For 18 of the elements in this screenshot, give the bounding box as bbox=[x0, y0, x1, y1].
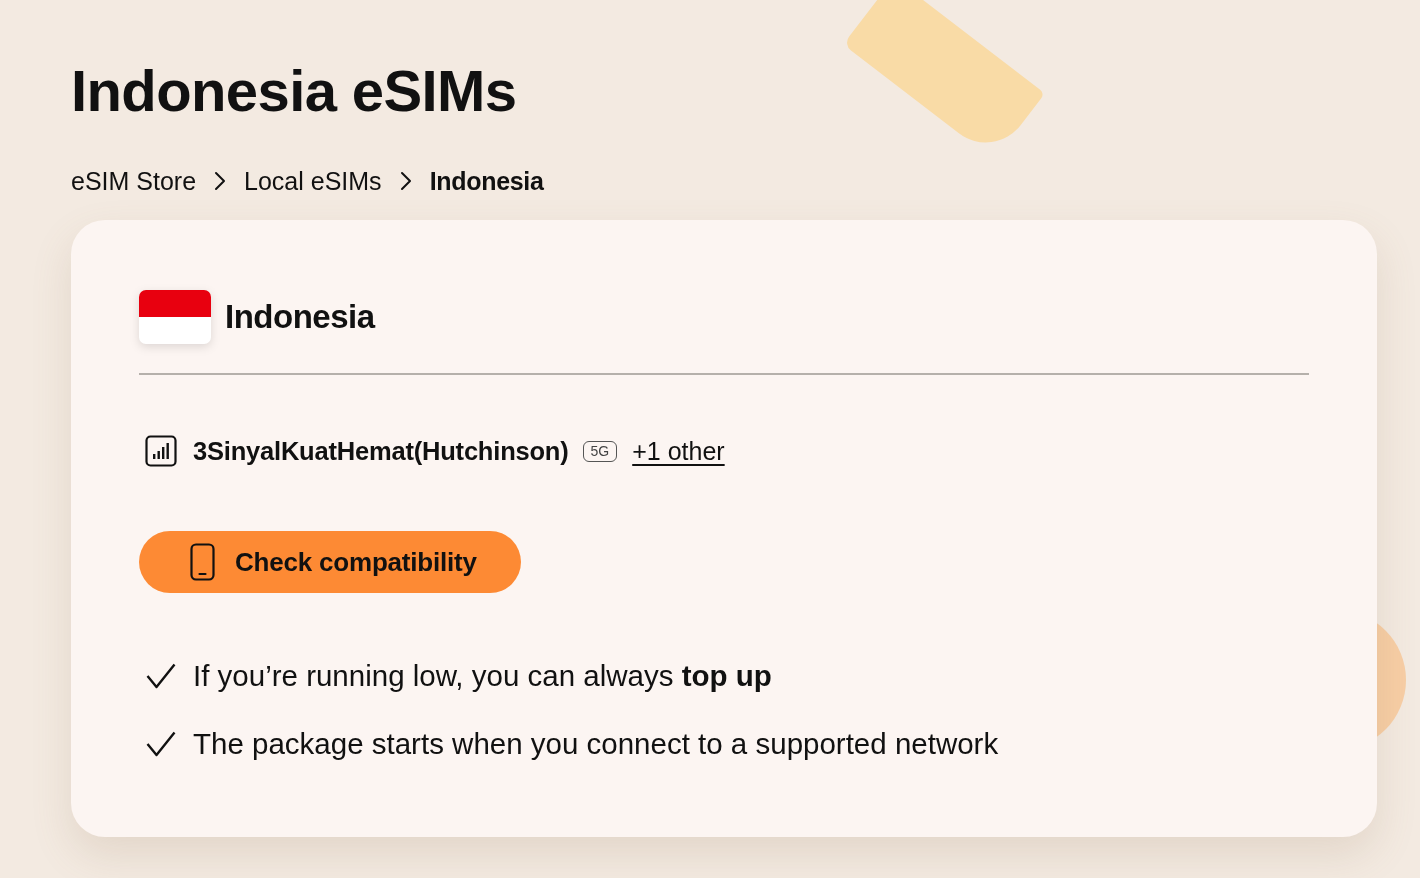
feature-text: If you’re running low, you can always top up bbox=[193, 659, 772, 693]
page-title: Indonesia eSIMs bbox=[71, 58, 517, 124]
flag-icon bbox=[139, 290, 211, 344]
check-compatibility-button[interactable]: Check compatibility bbox=[139, 531, 521, 593]
network-type-tag: 5G bbox=[582, 440, 618, 462]
feature-text: The package starts when you connect to a supported network bbox=[193, 727, 999, 761]
country-name: Indonesia bbox=[225, 297, 375, 337]
check-icon bbox=[146, 731, 176, 757]
other-networks-link[interactable]: +1 other bbox=[632, 436, 725, 466]
phone-icon bbox=[190, 543, 215, 581]
signal-bars-icon bbox=[145, 435, 177, 467]
breadcrumb-link[interactable]: Local eSIMs bbox=[244, 164, 382, 198]
breadcrumb-link[interactable]: Indonesia bbox=[429, 164, 544, 198]
chevron-right-icon bbox=[214, 171, 227, 191]
chevron-right-icon bbox=[399, 171, 412, 191]
breadcrumb-link[interactable]: eSIM Store bbox=[71, 164, 197, 198]
check-icon bbox=[146, 663, 176, 689]
network-name: 3SinyalKuatHemat(Hutchinson) bbox=[193, 436, 569, 466]
